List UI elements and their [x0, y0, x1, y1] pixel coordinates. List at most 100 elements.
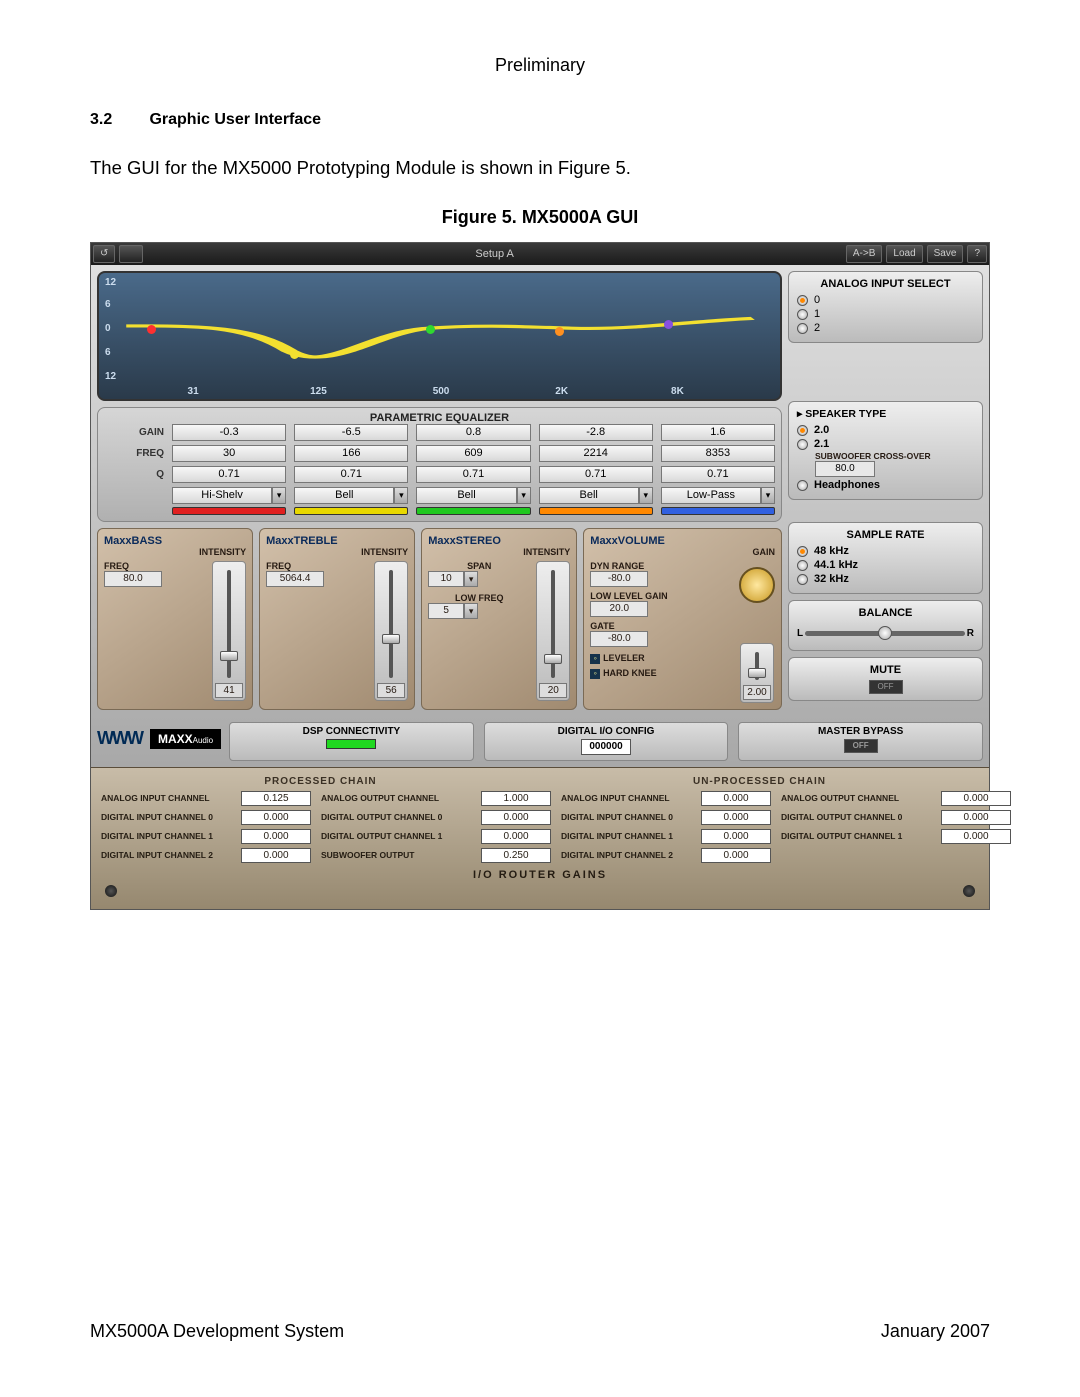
- dropdown-icon[interactable]: ▾: [272, 487, 286, 504]
- dropdown-icon[interactable]: ▾: [464, 603, 478, 619]
- eq-gain-1[interactable]: -0.3: [172, 424, 286, 441]
- eq-band-chip[interactable]: [539, 507, 653, 515]
- maxxtreble-intensity-slider[interactable]: 56: [374, 561, 408, 701]
- io-config-field[interactable]: 000000: [581, 739, 631, 755]
- eq-gain-4[interactable]: -2.8: [539, 424, 653, 441]
- dropdown-icon[interactable]: ▾: [639, 487, 653, 504]
- maxxtreble-panel: MaxxTREBLE INTENSITY FREQ 5064.4 56: [259, 528, 415, 710]
- eq-node[interactable]: [290, 350, 299, 359]
- eq-q-4[interactable]: 0.71: [539, 466, 653, 483]
- radio-icon: [797, 425, 808, 436]
- speaker-option-2-1[interactable]: 2.1: [797, 438, 974, 450]
- volume-knob[interactable]: [739, 567, 775, 603]
- chain-output-value[interactable]: 0.000: [481, 829, 551, 844]
- maxxvolume-gain-slider[interactable]: 2.00: [740, 643, 774, 703]
- chain-output-value[interactable]: 1.000: [481, 791, 551, 806]
- eq-type-1[interactable]: Hi-Shelv: [172, 487, 272, 504]
- chain-output-label: ANALOG OUTPUT CHANNEL: [781, 794, 931, 803]
- eq-type-3[interactable]: Bell: [416, 487, 516, 504]
- sub-crossover-field[interactable]: 80.0: [815, 461, 875, 477]
- eq-band-chip[interactable]: [172, 507, 286, 515]
- lowlevel-field[interactable]: 20.0: [590, 601, 648, 617]
- eq-type-4[interactable]: Bell: [539, 487, 639, 504]
- dropdown-icon[interactable]: ▾: [761, 487, 775, 504]
- span-field[interactable]: 10: [428, 571, 464, 587]
- speaker-option-2-0[interactable]: 2.0: [797, 424, 974, 436]
- sr-44-1[interactable]: 44.1 kHz: [797, 559, 974, 571]
- maxxbass-freq-field[interactable]: 80.0: [104, 571, 162, 587]
- eq-q-5[interactable]: 0.71: [661, 466, 775, 483]
- eq-band-chip[interactable]: [416, 507, 530, 515]
- chain-output-value[interactable]: 0.000: [941, 829, 1011, 844]
- eq-band-chip[interactable]: [661, 507, 775, 515]
- sr-48[interactable]: 48 kHz: [797, 545, 974, 557]
- eq-gain-3[interactable]: 0.8: [416, 424, 530, 441]
- gate-field[interactable]: -80.0: [590, 631, 648, 647]
- help-button[interactable]: ?: [967, 245, 987, 263]
- dropdown-icon[interactable]: ▾: [394, 487, 408, 504]
- analog-input-option-0[interactable]: 0: [797, 294, 974, 306]
- eq-freq-2[interactable]: 166: [294, 445, 408, 462]
- chain-input-value[interactable]: 0.000: [701, 791, 771, 806]
- leveler-checkbox[interactable]: ◦: [590, 654, 600, 664]
- maxxtreble-freq-field[interactable]: 5064.4: [266, 571, 324, 587]
- page-footer: MX5000A Development System January 2007: [90, 1321, 990, 1342]
- intensity-label: INTENSITY: [428, 547, 570, 557]
- mute-toggle[interactable]: OFF: [869, 680, 903, 694]
- eq-node[interactable]: [664, 320, 673, 329]
- lowfreq-field[interactable]: 5: [428, 603, 464, 619]
- eq-gain-5[interactable]: 1.6: [661, 424, 775, 441]
- eq-freq-1[interactable]: 30: [172, 445, 286, 462]
- eq-node[interactable]: [426, 325, 435, 334]
- bypass-toggle[interactable]: OFF: [844, 739, 878, 753]
- chain-input-value[interactable]: 0.125: [241, 791, 311, 806]
- chain-output-value[interactable]: 0.000: [941, 791, 1011, 806]
- save-button[interactable]: Save: [927, 245, 964, 263]
- undo-button[interactable]: ↺: [93, 245, 115, 263]
- headphones-option[interactable]: Headphones: [797, 479, 974, 491]
- eq-q-2[interactable]: 0.71: [294, 466, 408, 483]
- chain-input-value[interactable]: 0.000: [701, 848, 771, 863]
- chain-input-value[interactable]: 0.000: [241, 829, 311, 844]
- eq-q-1[interactable]: 0.71: [172, 466, 286, 483]
- dsp-label: DSP CONNECTIVITY: [233, 726, 470, 737]
- chain-input-label: DIGITAL INPUT CHANNEL 0: [101, 813, 231, 822]
- ab-button[interactable]: A->B: [846, 245, 883, 263]
- eq-q-3[interactable]: 0.71: [416, 466, 530, 483]
- maxxbass-intensity-slider[interactable]: 41: [212, 561, 246, 701]
- eq-freq-3[interactable]: 609: [416, 445, 530, 462]
- eq-curve: [99, 273, 780, 399]
- dropdown-icon[interactable]: ▾: [464, 571, 478, 587]
- eq-type-5[interactable]: Low-Pass: [661, 487, 761, 504]
- sr-32[interactable]: 32 kHz: [797, 573, 974, 585]
- chain-input-value[interactable]: 0.000: [701, 810, 771, 825]
- sample-rate-panel: SAMPLE RATE 48 kHz 44.1 kHz 32 kHz: [788, 522, 983, 594]
- digital-io-config: DIGITAL I/O CONFIG 000000: [484, 722, 729, 761]
- chain-input-value[interactable]: 0.000: [241, 810, 311, 825]
- eq-type-2[interactable]: Bell: [294, 487, 394, 504]
- balance-slider[interactable]: [805, 631, 965, 636]
- eq-freq-5[interactable]: 8353: [661, 445, 775, 462]
- eq-gain-2[interactable]: -6.5: [294, 424, 408, 441]
- eq-label-gain: GAIN: [104, 427, 164, 438]
- load-button[interactable]: Load: [886, 245, 922, 263]
- dynrange-field[interactable]: -80.0: [590, 571, 648, 587]
- chain-input-value[interactable]: 0.000: [701, 829, 771, 844]
- chain-output-value[interactable]: 0.000: [941, 810, 1011, 825]
- eq-node[interactable]: [147, 325, 156, 334]
- eq-freq-4[interactable]: 2214: [539, 445, 653, 462]
- hardknee-checkbox[interactable]: ◦: [590, 669, 600, 679]
- dsp-connectivity: DSP CONNECTIVITY: [229, 722, 474, 761]
- analog-input-option-2[interactable]: 2: [797, 322, 974, 334]
- eq-graph[interactable]: 12 6 0 6 12 31 125 500 2K 8K: [97, 271, 782, 401]
- dropdown-icon[interactable]: ▾: [517, 487, 531, 504]
- chain-input-label: DIGITAL INPUT CHANNEL 1: [561, 832, 691, 841]
- master-bypass: MASTER BYPASS OFF: [738, 722, 983, 761]
- maxxstereo-intensity-slider[interactable]: 20: [536, 561, 570, 701]
- chain-output-value[interactable]: 0.000: [481, 810, 551, 825]
- eq-band-chip[interactable]: [294, 507, 408, 515]
- setup-name[interactable]: Setup A: [145, 243, 843, 265]
- analog-input-option-1[interactable]: 1: [797, 308, 974, 320]
- chain-output-value[interactable]: 0.250: [481, 848, 551, 863]
- chain-input-value[interactable]: 0.000: [241, 848, 311, 863]
